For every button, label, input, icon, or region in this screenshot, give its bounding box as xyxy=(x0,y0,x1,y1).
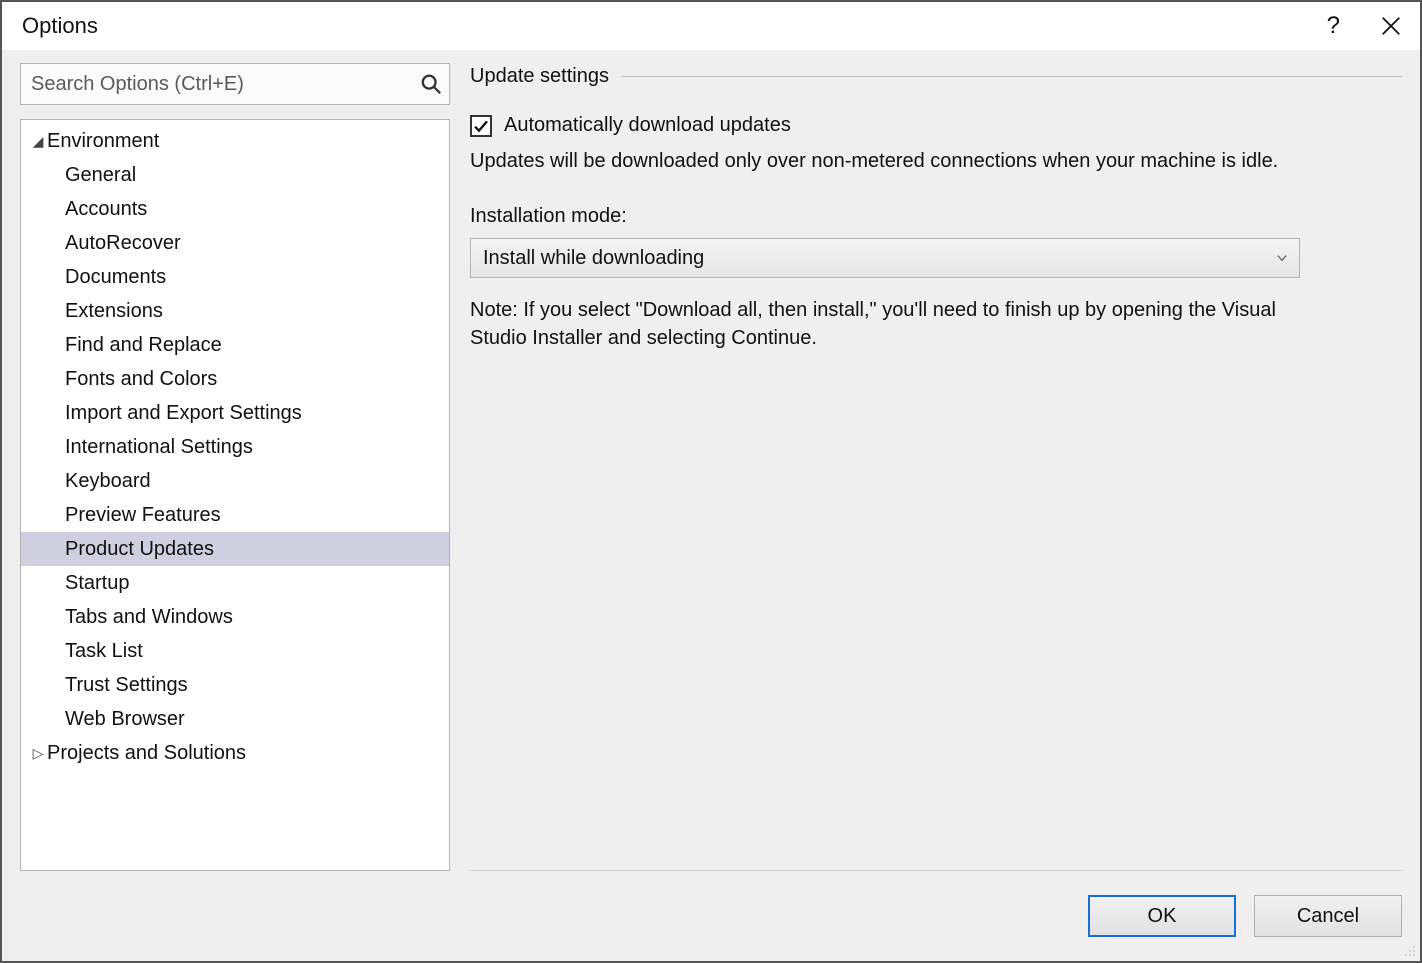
tree-item[interactable]: International Settings xyxy=(21,430,449,464)
tree-category-environment[interactable]: ◢ Environment xyxy=(21,124,449,158)
tree-category-projects[interactable]: ▷ Projects and Solutions xyxy=(21,736,449,770)
install-mode-select[interactable]: Install while downloading xyxy=(470,238,1300,278)
options-tree-scroll[interactable]: ◢ Environment General Accounts AutoRecov… xyxy=(21,120,449,870)
install-mode-label: Installation mode: xyxy=(470,205,1402,228)
search-icon xyxy=(420,73,442,95)
auto-download-label: Automatically download updates xyxy=(504,114,791,137)
tree-item[interactable]: Tabs and Windows xyxy=(21,600,449,634)
resize-grip-icon[interactable] xyxy=(1400,941,1416,957)
section-rule xyxy=(621,76,1402,77)
tree-item[interactable]: General xyxy=(21,158,449,192)
tree-item[interactable]: Documents xyxy=(21,260,449,294)
tree-item[interactable]: Trust Settings xyxy=(21,668,449,702)
cancel-button[interactable]: Cancel xyxy=(1254,895,1402,937)
chevron-down-icon xyxy=(1275,251,1289,265)
tree-item[interactable]: AutoRecover xyxy=(21,226,449,260)
auto-download-help: Updates will be downloaded only over non… xyxy=(470,147,1290,175)
check-icon xyxy=(473,118,489,134)
window-title: Options xyxy=(22,13,98,39)
ok-button[interactable]: OK xyxy=(1088,895,1236,937)
tree-item[interactable]: Extensions xyxy=(21,294,449,328)
install-mode-selected: Install while downloading xyxy=(483,247,704,270)
tree-item[interactable]: Preview Features xyxy=(21,498,449,532)
expander-collapse-icon: ◢ xyxy=(29,126,47,156)
help-button[interactable]: ? xyxy=(1327,12,1340,40)
tree-category-label: Environment xyxy=(47,126,159,156)
search-wrapper xyxy=(20,63,450,105)
expander-expand-icon: ▷ xyxy=(29,738,47,768)
dialog-footer: OK Cancel xyxy=(2,871,1420,961)
tree-item[interactable]: Startup xyxy=(21,566,449,600)
tree-item[interactable]: Accounts xyxy=(21,192,449,226)
section-header: Update settings xyxy=(470,65,1402,88)
close-button[interactable] xyxy=(1380,15,1402,37)
tree-item-selected[interactable]: Product Updates xyxy=(21,532,449,566)
tree-item[interactable]: Import and Export Settings xyxy=(21,396,449,430)
section-title: Update settings xyxy=(470,65,609,88)
tree-item[interactable]: Find and Replace xyxy=(21,328,449,362)
search-input[interactable] xyxy=(20,63,450,105)
close-icon xyxy=(1380,15,1402,37)
tree-item[interactable]: Web Browser xyxy=(21,702,449,736)
install-mode-note: Note: If you select "Download all, then … xyxy=(470,296,1300,352)
tree-item[interactable]: Fonts and Colors xyxy=(21,362,449,396)
tree-item[interactable]: Task List xyxy=(21,634,449,668)
options-tree: ◢ Environment General Accounts AutoRecov… xyxy=(20,119,450,871)
tree-category-label: Projects and Solutions xyxy=(47,738,246,768)
auto-download-checkbox[interactable] xyxy=(470,115,492,137)
tree-item[interactable]: Keyboard xyxy=(21,464,449,498)
title-bar: Options ? xyxy=(2,2,1420,50)
